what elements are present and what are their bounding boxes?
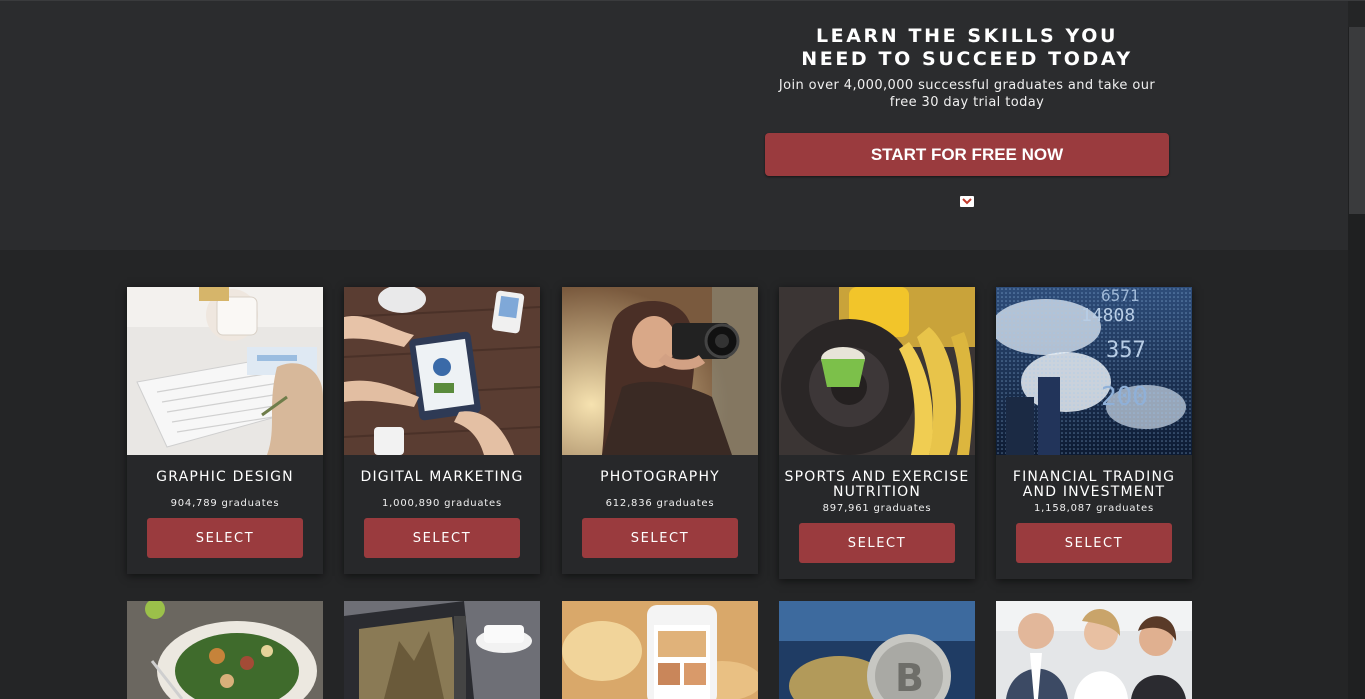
course-title-line-1: GRAPHIC DESIGN [156,469,294,485]
course-title-line-1: DIGITAL MARKETING [360,469,524,485]
course-title: FINANCIAL TRADING AND INVESTMENT [996,470,1192,500]
hero-title: LEARN THE SKILLS YOU NEED TO SUCCEED TOD… [765,25,1169,71]
hero-subtitle-line-1: Join over 4,000,000 successful graduates… [778,78,1156,93]
hero-title-line-1: LEARN THE SKILLS YOU [815,25,1119,47]
svg-text:B: B [895,656,924,699]
scrollbar-thumb[interactable] [1349,27,1365,214]
select-financial-trading-button[interactable]: SELECT [1016,523,1172,563]
course-image-business-team[interactable] [996,601,1192,699]
svg-text:200: 200 [1101,382,1148,412]
course-title-line-2: NUTRITION [832,484,922,500]
select-photography-button[interactable]: SELECT [582,518,738,558]
select-graphic-design-button[interactable]: SELECT [147,518,303,558]
course-image-bitcoin[interactable]: B [779,601,975,699]
course-card: SPORTS AND EXERCISE NUTRITION 897,961 gr… [779,287,975,579]
course-graduates: 897,961 graduates [822,503,932,514]
course-title: PHOTOGRAPHY [562,470,758,485]
course-image-photography[interactable] [562,287,758,455]
start-free-button[interactable]: START FOR FREE NOW [765,133,1169,176]
course-graduates: 1,158,087 graduates [1034,503,1154,514]
course-image-graphic-design[interactable] [127,287,323,455]
course-title: DIGITAL MARKETING [344,470,540,485]
course-image-digital-marketing[interactable] [344,287,540,455]
course-title-line-1: SPORTS AND EXERCISE [784,469,970,485]
svg-text:357: 357 [1106,338,1146,363]
course-image-financial-trading[interactable]: 6571 14808 357 200 [996,287,1192,455]
chevron-down-icon[interactable] [960,196,974,207]
course-image-sports-nutrition[interactable] [779,287,975,455]
course-title: GRAPHIC DESIGN [127,470,323,485]
hero-subtitle-line-2: free 30 day trial today [889,95,1045,110]
hero-subtitle: Join over 4,000,000 successful graduates… [765,77,1169,111]
hero-title-line-2: NEED TO SUCCEED TODAY [801,48,1133,70]
course-image-food-app[interactable] [562,601,758,699]
course-title: SPORTS AND EXERCISE NUTRITION [779,470,975,500]
course-graduates: 904,789 graduates [170,498,280,509]
course-card: DIGITAL MARKETING 1,000,890 graduates SE… [344,287,540,574]
course-card: GRAPHIC DESIGN 904,789 graduates SELECT [127,287,323,574]
svg-text:6571: 6571 [1101,287,1140,305]
course-title-line-2: AND INVESTMENT [1022,484,1166,500]
select-digital-marketing-button[interactable]: SELECT [364,518,520,558]
select-sports-nutrition-button[interactable]: SELECT [799,523,955,563]
course-image-salad[interactable] [127,601,323,699]
course-image-photo-editing[interactable] [344,601,540,699]
course-card: 6571 14808 357 200 FINANCIAL TRADING AND… [996,287,1192,579]
hero-banner: LEARN THE SKILLS YOU NEED TO SUCCEED TOD… [0,1,1348,250]
course-graduates: 1,000,890 graduates [382,498,502,509]
svg-text:14808: 14808 [1081,305,1135,326]
course-title-line-1: PHOTOGRAPHY [600,469,720,485]
course-title-line-1: FINANCIAL TRADING [1012,469,1176,485]
course-card: PHOTOGRAPHY 612,836 graduates SELECT [562,287,758,574]
course-graduates: 612,836 graduates [605,498,715,509]
